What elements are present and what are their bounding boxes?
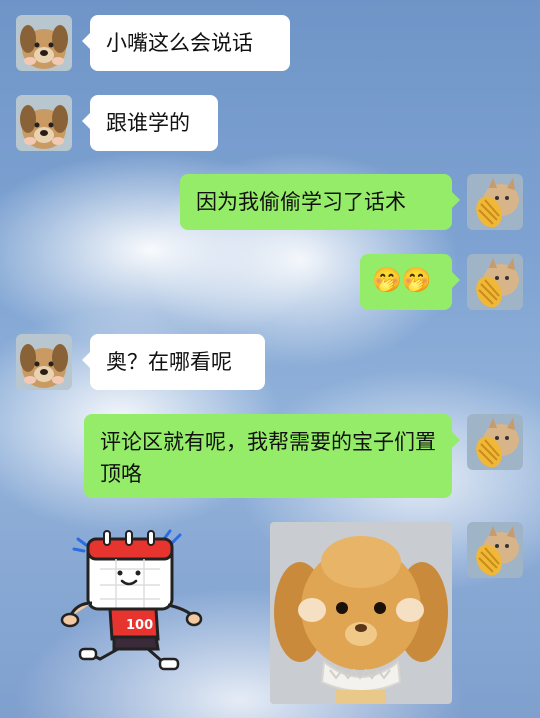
puppy-avatar-icon[interactable] <box>16 95 72 151</box>
runner-badge-text: 100 <box>126 618 153 633</box>
message-text: 因为我偷偷学习了话术 <box>196 190 406 214</box>
running-calendar-sticker[interactable]: 100 <box>60 525 210 675</box>
message-text: 评论区就有呢，我帮需要的宝子们置顶咯 <box>100 430 436 486</box>
cat-avatar-icon[interactable] <box>467 254 523 310</box>
cat-avatar-icon[interactable] <box>467 174 523 230</box>
message-bubble-3[interactable]: 因为我偷偷学习了话术 <box>180 174 460 230</box>
puppy-avatar-icon[interactable] <box>16 334 72 390</box>
message-bubble-5[interactable]: 奥？在哪看呢 <box>82 334 265 390</box>
message-text: 跟谁学的 <box>106 111 190 135</box>
message-bubble-1[interactable]: 小嘴这么会说话 <box>82 15 290 71</box>
cat-avatar-icon[interactable] <box>467 522 523 578</box>
message-bubble-6[interactable]: 评论区就有呢，我帮需要的宝子们置顶咯 <box>84 414 460 498</box>
plush-puppy-sticker[interactable] <box>270 522 452 704</box>
message-text: 奥？在哪看呢 <box>106 350 232 374</box>
message-bubble-2[interactable]: 跟谁学的 <box>82 95 218 151</box>
message-bubble-4[interactable]: 🤭🤭 <box>360 254 460 310</box>
message-text: 小嘴这么会说话 <box>106 31 253 55</box>
emoji-text: 🤭🤭 <box>372 266 432 294</box>
cat-avatar-icon[interactable] <box>467 414 523 470</box>
puppy-avatar-icon[interactable] <box>16 15 72 71</box>
